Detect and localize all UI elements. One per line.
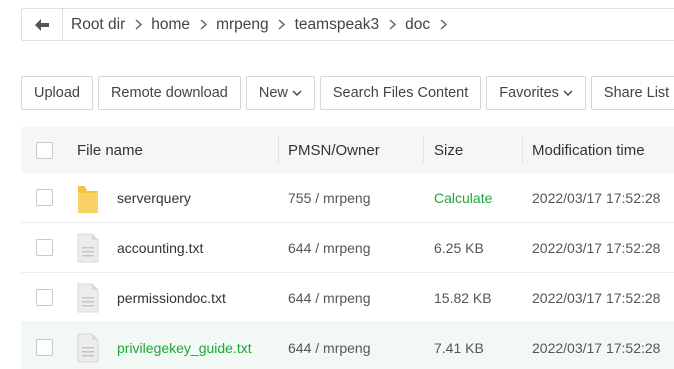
chevron-right-icon [379,19,405,30]
row-modified: 2022/03/17 17:52:28 [532,339,661,356]
header-size[interactable]: Size [423,127,522,173]
remote-download-button[interactable]: Remote download [97,76,241,110]
file-name[interactable]: privilegekey_guide.txt [117,340,252,356]
row-pmsn[interactable]: 644 / mrpeng [278,223,423,272]
row-checkbox[interactable] [36,339,53,356]
breadcrumb: Root dir home mrpeng teamspeak3 doc [63,16,456,34]
select-all-cell [21,127,77,173]
chevron-right-icon [430,19,456,30]
file-icon [77,323,117,369]
row-checkbox[interactable] [36,239,53,256]
table-row[interactable]: permissiondoc.txt 644 / mrpeng 15.82 KB … [21,273,674,323]
row-check-cell [21,223,77,272]
file-name[interactable]: serverquery [117,190,191,206]
row-size: 15.82 KB [434,289,492,306]
row-checkbox[interactable] [36,289,53,306]
select-all-checkbox[interactable] [36,141,53,159]
row-check-cell [21,173,77,222]
table-row[interactable]: serverquery 755 / mrpeng Calculate 2022/… [21,173,674,223]
chevron-down-icon [563,90,573,96]
toolbar: Upload Remote download New Search Files … [21,76,674,110]
breadcrumb-item-doc[interactable]: doc [405,16,430,34]
upload-button[interactable]: Upload [21,76,93,110]
share-list-button[interactable]: Share List [590,76,674,110]
row-pmsn[interactable]: 755 / mrpeng [278,173,423,222]
calculate-size-link[interactable]: Calculate [434,190,492,206]
file-name[interactable]: permissiondoc.txt [117,290,226,306]
chevron-right-icon [125,19,151,30]
arrow-left-icon [35,18,49,31]
favorites-button-label: Favorites [499,85,559,101]
breadcrumb-item-teamspeak3[interactable]: teamspeak3 [295,16,379,34]
table-header: File name PMSN/Owner Size Modification t… [21,127,674,173]
row-modified: 2022/03/17 17:52:28 [532,189,661,206]
chevron-down-icon [292,90,302,96]
breadcrumb-item-root[interactable]: Root dir [71,16,125,34]
row-modified: 2022/03/17 17:52:28 [532,289,661,306]
folder-icon [77,173,117,222]
file-icon [77,223,117,272]
chevron-right-icon [190,19,216,30]
table-row[interactable]: privilegekey_guide.txt 644 / mrpeng 7.41… [21,323,674,369]
table-row[interactable]: accounting.txt 644 / mrpeng 6.25 KB 2022… [21,223,674,273]
row-checkbox[interactable] [36,189,53,206]
new-button[interactable]: New [245,76,315,110]
row-size: 7.41 KB [434,339,484,356]
header-modification-time[interactable]: Modification time [522,127,674,173]
search-files-content-button[interactable]: Search Files Content [319,76,482,110]
row-size: 6.25 KB [434,239,484,256]
breadcrumb-bar: Root dir home mrpeng teamspeak3 doc [21,8,674,41]
file-name[interactable]: accounting.txt [117,240,203,256]
chevron-right-icon [269,19,295,30]
file-table: File name PMSN/Owner Size Modification t… [21,127,674,369]
back-button[interactable] [22,9,63,40]
new-button-label: New [258,85,288,101]
row-pmsn[interactable]: 644 / mrpeng [278,273,423,322]
header-file-name[interactable]: File name [77,127,278,173]
row-modified: 2022/03/17 17:52:28 [532,239,661,256]
row-pmsn[interactable]: 644 / mrpeng [278,323,423,369]
header-pmsn-owner[interactable]: PMSN/Owner [278,127,423,173]
row-check-cell [21,273,77,322]
favorites-button[interactable]: Favorites [486,76,586,110]
row-check-cell [21,323,77,369]
breadcrumb-item-home[interactable]: home [151,16,190,34]
file-icon [77,273,117,322]
breadcrumb-item-mrpeng[interactable]: mrpeng [216,16,269,34]
